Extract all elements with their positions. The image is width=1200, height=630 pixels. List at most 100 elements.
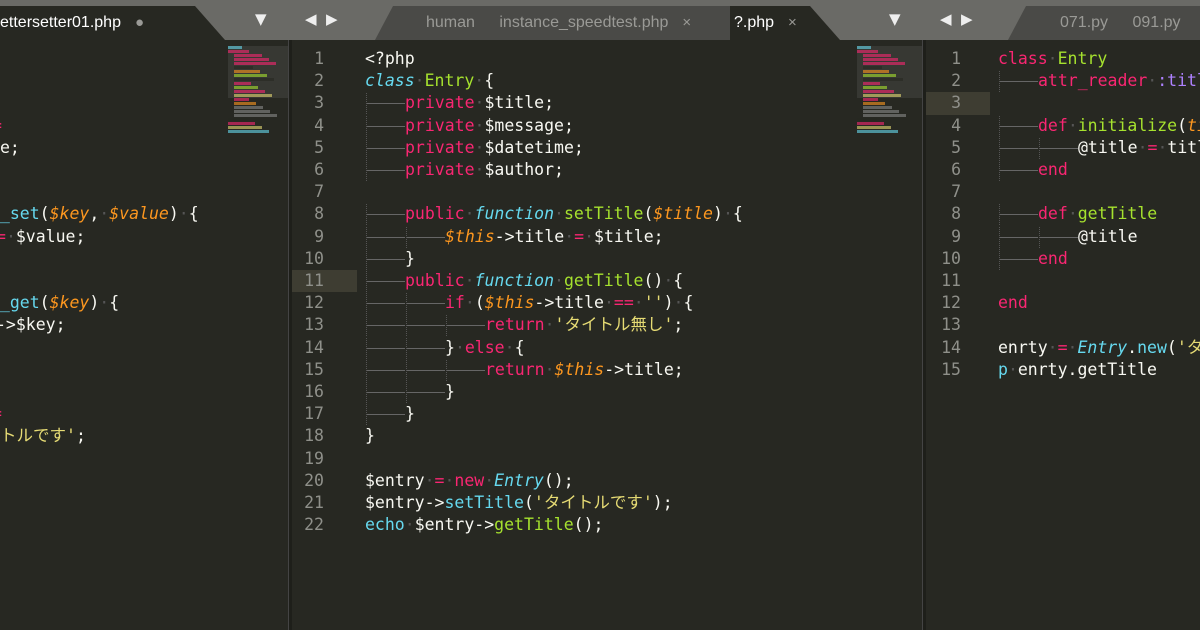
code-line[interactable]: __get($key)·{	[0, 292, 288, 314]
code-token: ·	[663, 271, 674, 290]
code-line[interactable]: 12 if·($this->title·==·'')·{	[292, 292, 922, 315]
code-line[interactable]: 15 return·$this->title;	[292, 359, 922, 381]
code-line[interactable]: 11 public·function·getTitle()·{	[292, 270, 683, 293]
code-line[interactable]: e;	[0, 137, 288, 159]
code-text: }	[365, 248, 415, 270]
tab-091[interactable]: 091.py	[1133, 14, 1181, 31]
code-line[interactable]: ->$key;	[0, 314, 288, 336]
code-line[interactable]: 9 @title	[926, 226, 1200, 248]
tab-right-inactive[interactable]: 071.py 091.py	[1008, 6, 1200, 40]
code-line[interactable]: 6 end	[926, 159, 1200, 181]
code-line[interactable]: 19	[292, 448, 922, 470]
code-line[interactable]: 10 end	[926, 248, 1200, 270]
code-line[interactable]: 13 return·'タイトル無し';	[292, 314, 922, 337]
line-number: 10	[941, 248, 961, 268]
code-line[interactable]: 22 echo·$entry->getTitle();	[292, 514, 922, 536]
code-line[interactable]: 4 private·$message;	[292, 115, 922, 137]
tab-prev-button[interactable]: ◀	[940, 10, 952, 28]
code-token: return	[485, 315, 545, 335]
code-line[interactable]: 2 attr_reader·:title	[926, 70, 1200, 93]
code-token: }	[405, 248, 415, 268]
code-text: }	[365, 403, 415, 426]
code-token: =	[0, 116, 2, 135]
code-line[interactable]: 6 private·$author;	[292, 159, 922, 181]
code-token: ·	[1047, 337, 1058, 357]
code-token: title	[1167, 137, 1200, 157]
code-line[interactable]: 21 $entry->setTitle('タイトルです');	[292, 492, 922, 514]
code-line[interactable]: 7	[292, 181, 922, 203]
code-line[interactable]: 5@title·=·title	[926, 137, 1200, 159]
code-token: トルです'	[0, 426, 76, 446]
line-number: 15	[304, 359, 324, 379]
code-line[interactable]: 8 public·function·setTitle($title)·{	[292, 203, 922, 226]
code-token: private	[405, 137, 475, 157]
code-line[interactable]: 7	[926, 181, 1200, 203]
tab-menu-button[interactable]: ▼	[255, 10, 267, 28]
code-line[interactable]: 20 $entry·=·new·Entry();	[292, 470, 922, 492]
tab-next-button[interactable]: ▶	[326, 10, 338, 28]
editor-pane-right[interactable]: 1class·Entry2attr_reader·:title34def·ini…	[926, 40, 1200, 630]
indent-guide	[998, 137, 1038, 159]
code-line[interactable]: =·$value;	[0, 226, 288, 248]
code-token: ·	[603, 293, 614, 313]
tab-left-active[interactable]: ettersetter01.php ●	[0, 6, 225, 40]
editor-pane-middle[interactable]: 1 <?php 2 class·Entry·{3 private·$title; 4 pri…	[292, 40, 922, 630]
code-token: $title	[653, 204, 713, 224]
editor-pane-left[interactable]: = e; __set($key,·$value)·{=·$value; __get($…	[0, 40, 288, 630]
tab-mid-active[interactable]: ?.php ×	[730, 6, 840, 40]
unsaved-dot-icon: ●	[134, 14, 145, 31]
code-text: enrty·=·Entry.new('タイトル')	[998, 337, 1200, 359]
code-token: ();	[543, 470, 574, 490]
close-icon[interactable]: ×	[682, 14, 691, 31]
tab-next-button[interactable]: ▶	[961, 10, 973, 28]
code-line[interactable]: =	[0, 403, 288, 425]
code-line[interactable]: 14 enrty·=·Entry.new('タイトル')	[926, 337, 1200, 359]
code-line[interactable]: 17}	[292, 403, 922, 426]
code-token: =	[574, 226, 585, 246]
tab-instance-speedtest[interactable]: instance_speedtest.php	[499, 14, 668, 31]
code-text: $this->title·=·$title;	[365, 226, 664, 248]
code-line[interactable]: 8 def·getTitle	[926, 203, 1200, 226]
code-line[interactable]: 18}	[292, 425, 922, 447]
code-line[interactable]: 16}	[292, 381, 922, 403]
code-line[interactable]: 3 private·$title;	[292, 92, 922, 115]
tab-prev-button[interactable]: ◀	[305, 10, 317, 28]
code-line[interactable]: 12 end	[926, 292, 1200, 314]
indent-guide	[365, 92, 405, 115]
code-token: {	[484, 71, 495, 91]
code-line[interactable]: トルです';	[0, 425, 288, 447]
code-token: ·	[474, 115, 485, 135]
code-line[interactable]: 13	[926, 314, 1200, 336]
code-text: class·Entry	[998, 48, 1107, 70]
close-icon[interactable]: ×	[788, 14, 797, 31]
indent-guide	[365, 381, 405, 403]
code-line[interactable]: 1 <?php	[292, 48, 922, 70]
indent-guide	[405, 381, 445, 403]
code-token: ·	[5, 226, 16, 246]
tab-mid-inactive[interactable]: human instance_speedtest.php ×	[375, 6, 755, 40]
code-token: {	[683, 293, 694, 313]
code-token: 'タイトル無し'	[554, 315, 674, 335]
code-token: ·	[474, 71, 485, 91]
code-token: $entry	[365, 470, 425, 490]
code-line[interactable]: 4 def·initialize(title)	[926, 115, 1200, 137]
code-line[interactable]: 9 $this->title·=·$title;	[292, 226, 922, 248]
code-line[interactable]: =	[0, 115, 288, 137]
code-line[interactable]: 14}·else·{	[292, 337, 922, 359]
tab-human[interactable]: human	[426, 14, 475, 31]
code-token: function	[474, 271, 555, 290]
code-line[interactable]: 10}	[292, 248, 922, 270]
tab-menu-button[interactable]: ▼	[889, 10, 901, 28]
code-line[interactable]: 1 class·Entry	[926, 48, 1200, 70]
indent-guide	[405, 292, 445, 315]
line-number: 5	[951, 137, 961, 157]
code-line[interactable]: 11	[926, 270, 1200, 292]
tab-071[interactable]: 071.py	[1060, 14, 1108, 31]
code-line[interactable]: 15 p·enrty.getTitle	[926, 359, 1200, 381]
code-line[interactable]: 3	[926, 92, 990, 115]
code-line[interactable]: __set($key,·$value)·{	[0, 203, 288, 225]
code-line[interactable]: 2 class·Entry·{	[292, 70, 922, 92]
code-token: new	[454, 470, 485, 490]
line-number: 2	[314, 71, 324, 91]
code-line[interactable]: 5 private·$datetime;	[292, 137, 922, 159]
